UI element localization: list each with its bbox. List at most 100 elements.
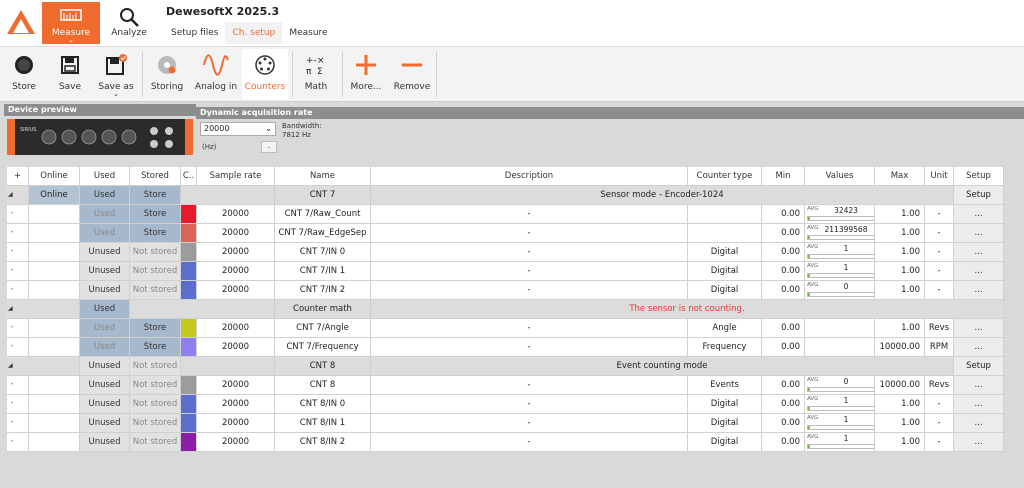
channel-name[interactable]: CNT 7/IN 1 — [275, 262, 371, 280]
channel-color-swatch[interactable] — [181, 338, 197, 356]
group-used-toggle[interactable]: Used — [80, 186, 130, 204]
channel-name[interactable]: CNT 7/Raw_Count — [275, 205, 371, 223]
stored-toggle[interactable]: Not stored — [130, 243, 181, 261]
remove-button[interactable]: Remove — [390, 49, 434, 99]
channel-name[interactable]: CNT 7/Frequency — [275, 338, 371, 356]
stored-toggle[interactable]: Store — [130, 319, 181, 337]
header-color[interactable]: C.. — [181, 167, 197, 185]
channel-setup-button[interactable]: ... — [954, 243, 1004, 261]
stored-toggle[interactable]: Store — [130, 224, 181, 242]
header-plus[interactable]: + — [7, 167, 29, 185]
stored-toggle[interactable]: Not stored — [130, 433, 181, 451]
header-description[interactable]: Description — [371, 167, 688, 185]
channel-setup-button[interactable]: ... — [954, 414, 1004, 432]
header-online[interactable]: Online — [29, 167, 80, 185]
channel-setup-button[interactable]: ... — [954, 281, 1004, 299]
tree-cell[interactable]: ◢ — [7, 357, 80, 375]
group-setup-button[interactable]: Setup — [954, 186, 1004, 204]
channel-setup-button[interactable]: ... — [954, 395, 1004, 413]
group-stored-toggle[interactable]: Store — [130, 186, 181, 204]
channel-name[interactable]: CNT 8/IN 2 — [275, 433, 371, 451]
channel-color-swatch[interactable] — [181, 281, 197, 299]
header-max[interactable]: Max — [875, 167, 925, 185]
stored-toggle[interactable]: Not stored — [130, 414, 181, 432]
channel-name[interactable]: CNT 7/IN 0 — [275, 243, 371, 261]
sample-rate-select[interactable]: 20000 ⌄ — [200, 122, 276, 136]
channel-color-swatch[interactable] — [181, 414, 197, 432]
header-values[interactable]: Values — [805, 167, 875, 185]
more-button[interactable]: More... — [346, 49, 386, 99]
channel-setup-button[interactable]: ... — [954, 262, 1004, 280]
stored-toggle[interactable]: Not stored — [130, 376, 181, 394]
stored-toggle[interactable]: Store — [130, 205, 181, 223]
separator — [436, 51, 437, 97]
channel-setup-button[interactable]: ... — [954, 319, 1004, 337]
channel-name[interactable]: CNT 7/Raw_EdgeSep — [275, 224, 371, 242]
math-button[interactable]: +- × π Σ Math — [296, 49, 336, 99]
channel-name[interactable]: CNT 7/IN 2 — [275, 281, 371, 299]
used-toggle[interactable]: Unused — [80, 376, 130, 394]
header-counter-type[interactable]: Counter type — [688, 167, 762, 185]
used-toggle[interactable]: Unused — [80, 414, 130, 432]
save-button[interactable]: Save — [50, 49, 90, 99]
analog-in-button[interactable]: Analog in — [193, 49, 239, 99]
channel-name[interactable]: CNT 7/Angle — [275, 319, 371, 337]
channel-color-swatch[interactable] — [181, 243, 197, 261]
channel-name[interactable]: CNT 8 — [275, 376, 371, 394]
channel-color-swatch[interactable] — [181, 262, 197, 280]
channel-name[interactable]: CNT 8/IN 0 — [275, 395, 371, 413]
expand-toggle[interactable]: ◢ — [7, 186, 29, 204]
stored-toggle[interactable]: Not stored — [130, 395, 181, 413]
channel-setup-button[interactable]: ... — [954, 205, 1004, 223]
channel-color-swatch[interactable] — [181, 433, 197, 451]
measure-mode-button[interactable]: Measure ⌄ — [42, 2, 100, 44]
used-toggle[interactable]: Used — [80, 205, 130, 223]
storing-button[interactable]: Storing — [147, 49, 187, 99]
used-toggle[interactable]: Unused — [80, 262, 130, 280]
header-sample-rate[interactable]: Sample rate — [197, 167, 275, 185]
channel-setup-button[interactable]: ... — [954, 433, 1004, 451]
channel-color-swatch[interactable] — [181, 319, 197, 337]
analyze-mode-button[interactable]: Analyze — [104, 2, 154, 42]
counters-button[interactable]: Counters — [242, 49, 288, 99]
used-toggle[interactable]: Used — [80, 338, 130, 356]
header-unit[interactable]: Unit — [925, 167, 954, 185]
tab-ch-setup[interactable]: Ch. setup — [225, 22, 283, 44]
rate-options-button[interactable]: . — [261, 141, 277, 153]
used-toggle[interactable]: Unused — [80, 433, 130, 451]
group-used-toggle[interactable]: Unused — [80, 357, 130, 375]
header-min[interactable]: Min — [762, 167, 805, 185]
tree-cell: • — [7, 433, 29, 451]
channel-setup-button[interactable]: ... — [954, 224, 1004, 242]
channel-color-swatch[interactable] — [181, 395, 197, 413]
header-setup[interactable]: Setup — [954, 167, 1004, 185]
unit-cell: Revs — [925, 319, 954, 337]
used-toggle[interactable]: Unused — [80, 395, 130, 413]
group-setup-button[interactable]: Setup — [954, 357, 1004, 375]
value-bar — [807, 387, 874, 392]
group-used-toggle[interactable]: Used — [80, 300, 130, 318]
group-stored-toggle[interactable]: Not stored — [130, 357, 181, 375]
tree-cell[interactable]: ◢ — [7, 300, 80, 318]
store-button[interactable]: Store — [4, 49, 44, 99]
used-toggle[interactable]: Unused — [80, 281, 130, 299]
channel-color-swatch[interactable] — [181, 224, 197, 242]
tab-measure[interactable]: Measure — [282, 22, 334, 44]
channel-setup-button[interactable]: ... — [954, 338, 1004, 356]
channel-color-swatch[interactable] — [181, 205, 197, 223]
channel-color-swatch[interactable] — [181, 376, 197, 394]
header-name[interactable]: Name — [275, 167, 371, 185]
channel-name[interactable]: CNT 8/IN 1 — [275, 414, 371, 432]
used-toggle[interactable]: Used — [80, 224, 130, 242]
header-stored[interactable]: Stored — [130, 167, 181, 185]
channel-setup-button[interactable]: ... — [954, 376, 1004, 394]
stored-toggle[interactable]: Store — [130, 338, 181, 356]
tab-setup-files[interactable]: Setup files — [164, 22, 225, 44]
stored-toggle[interactable]: Not stored — [130, 262, 181, 280]
save-as-button[interactable]: Save as ⌄ — [94, 49, 138, 99]
used-toggle[interactable]: Used — [80, 319, 130, 337]
header-used[interactable]: Used — [80, 167, 130, 185]
stored-toggle[interactable]: Not stored — [130, 281, 181, 299]
channel-description: - — [371, 262, 688, 280]
used-toggle[interactable]: Unused — [80, 243, 130, 261]
